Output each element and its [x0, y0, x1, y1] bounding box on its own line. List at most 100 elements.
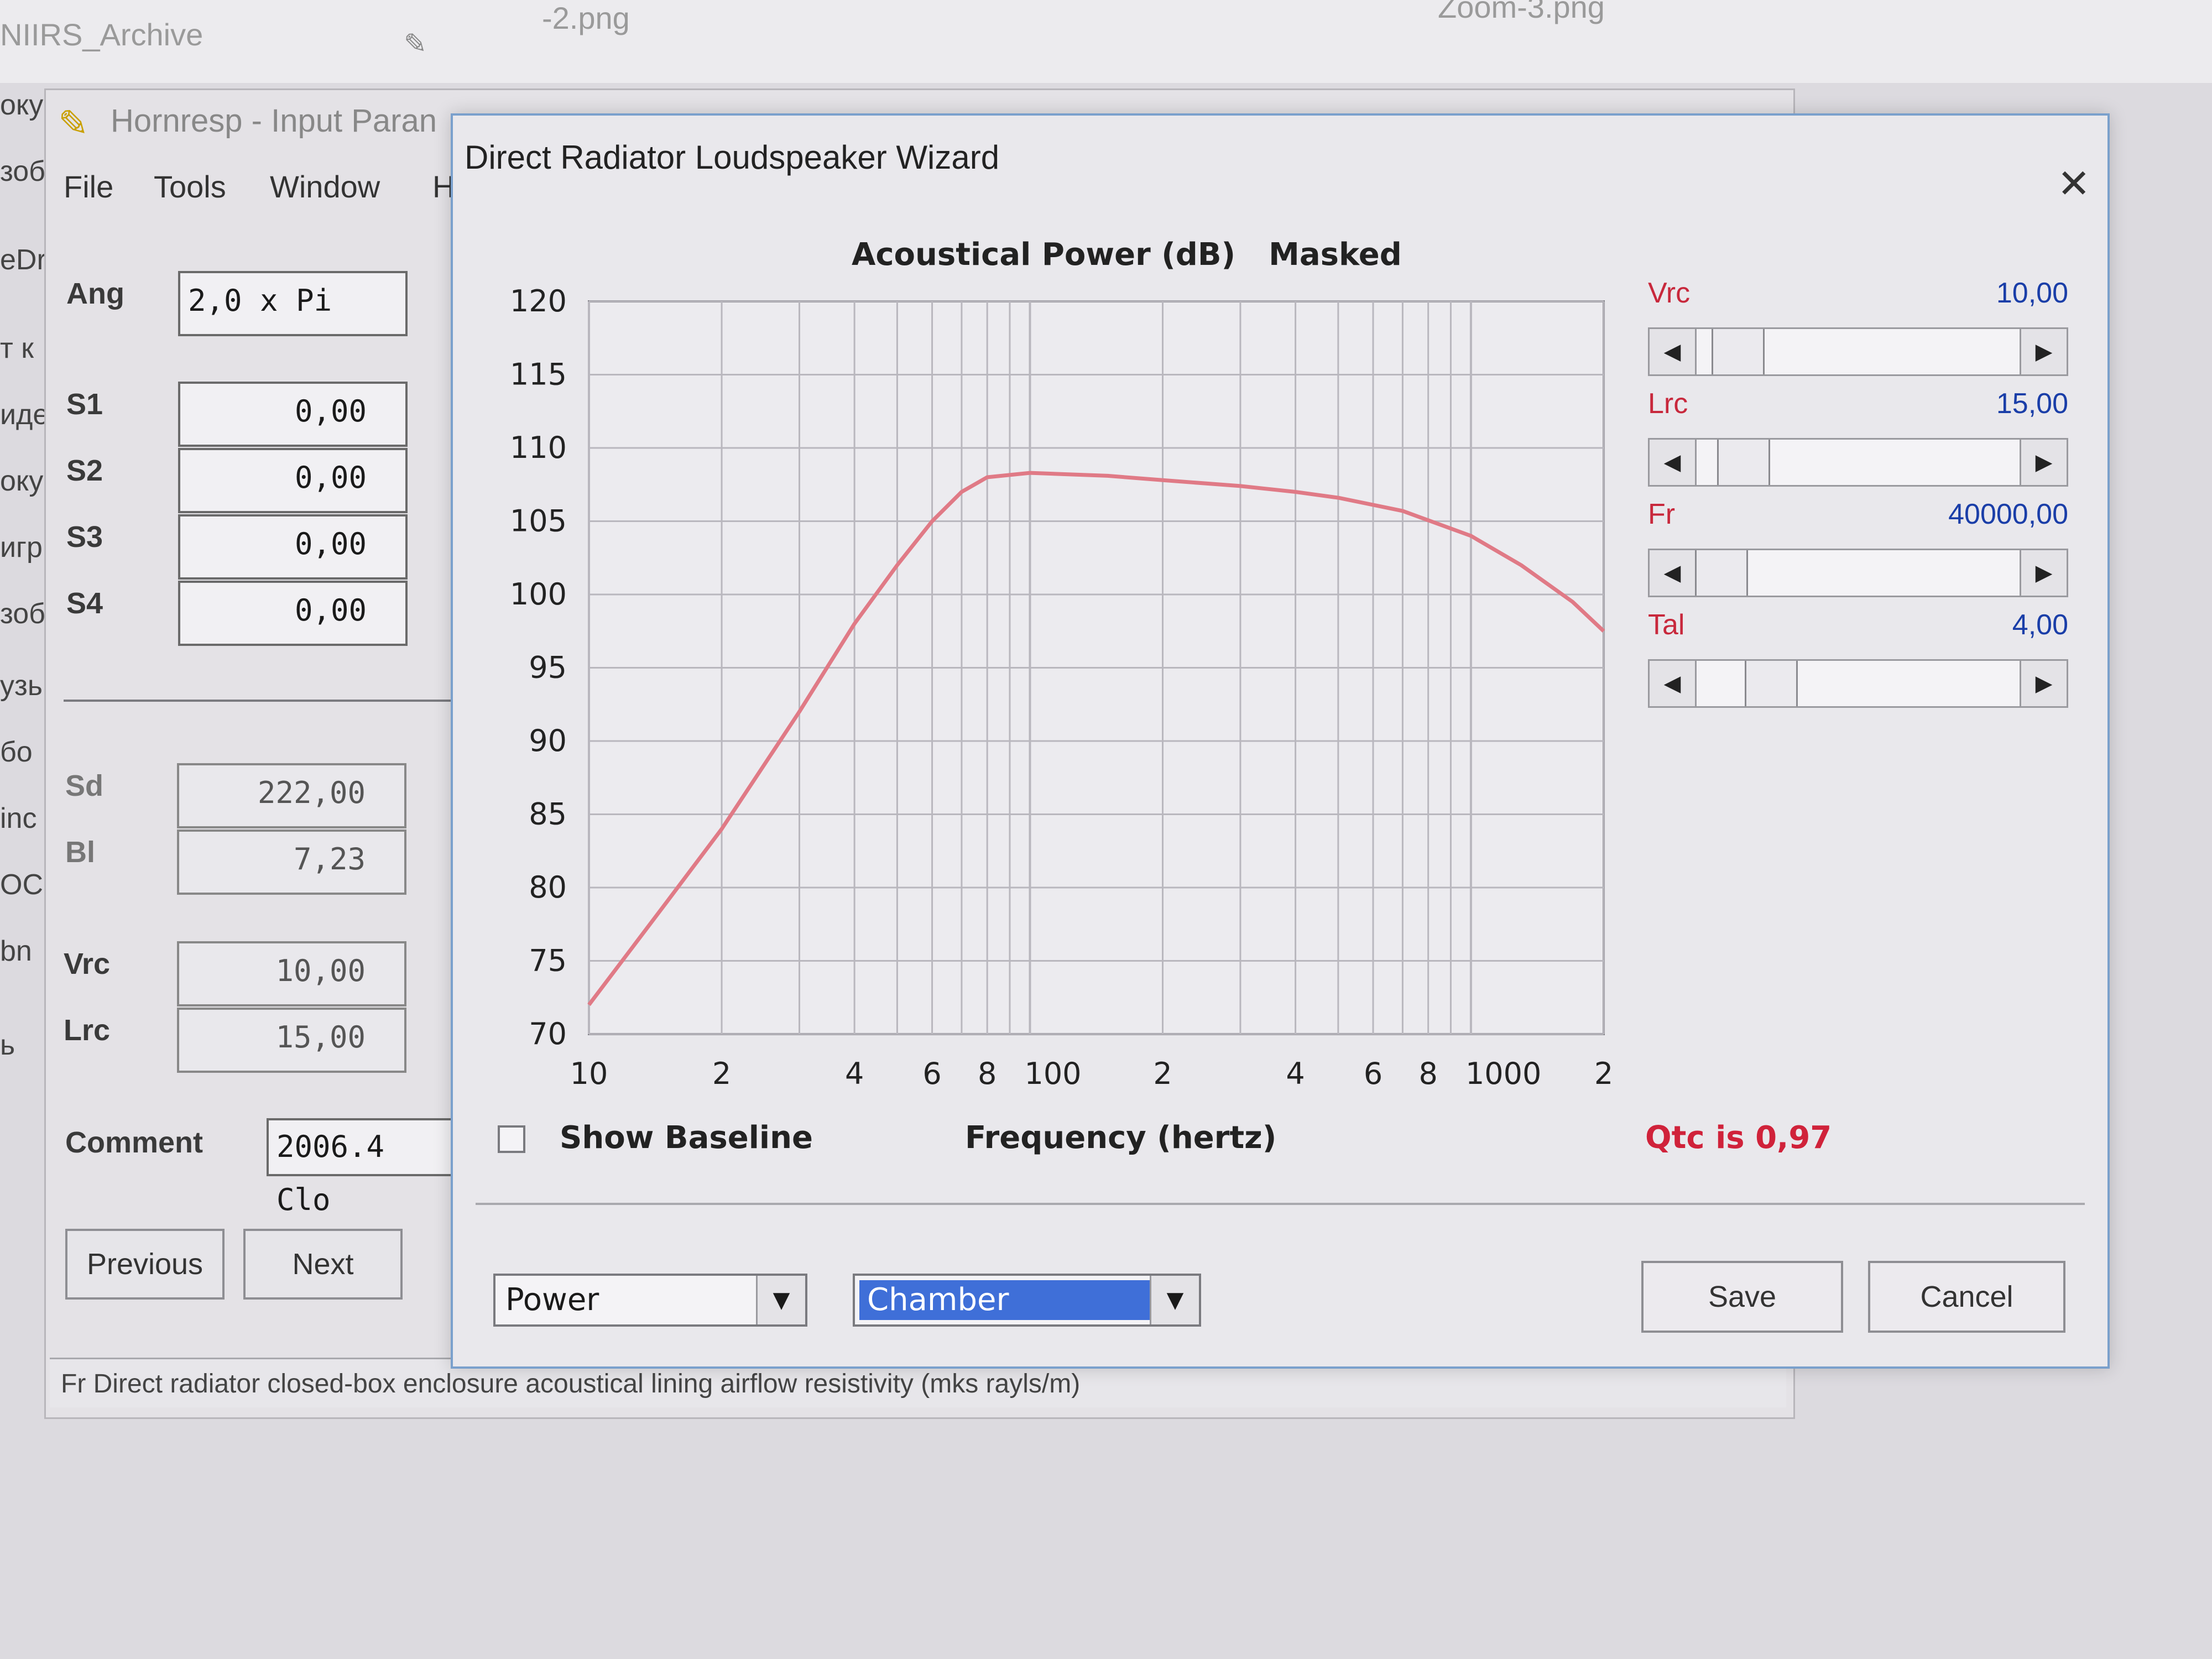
y-tick-label: 120	[510, 284, 567, 319]
field-ang[interactable]: 2,0 x Pi	[178, 271, 408, 336]
slider-value-tal: 4,00	[2012, 609, 2068, 641]
y-tick-label: 105	[510, 504, 567, 539]
x-axis-label: Frequency (hertz)	[965, 1120, 1277, 1156]
edge-fragment: ОС	[0, 869, 43, 901]
chevron-right-icon[interactable]: ▶	[2020, 661, 2067, 706]
chamber-select-value: Chamber	[859, 1280, 1151, 1320]
y-tick-label: 85	[529, 797, 567, 832]
field-vrc: 10,00	[177, 941, 406, 1006]
edge-fragment: игр	[0, 531, 43, 564]
edge-fragment: оку	[0, 89, 44, 121]
y-tick-label: 75	[529, 943, 567, 978]
y-tick-label: 110	[510, 430, 567, 465]
chamber-select[interactable]: Chamber ▼	[853, 1274, 1201, 1327]
edge-fragment: eDr	[0, 244, 46, 276]
chevron-right-icon[interactable]: ▶	[2020, 329, 2067, 374]
wizard-divider	[476, 1203, 2085, 1205]
slider-thumb[interactable]	[1745, 661, 1798, 706]
field-sd: 222,00	[177, 763, 406, 828]
edge-fragment: ь	[0, 1029, 15, 1061]
cancel-button[interactable]: Cancel	[1868, 1261, 2065, 1333]
slider-label-fr: Fr	[1648, 498, 1676, 530]
field-s2[interactable]: 0,00	[178, 448, 408, 513]
label-s1: S1	[66, 388, 103, 421]
edge-fragment: бо	[0, 736, 33, 768]
x-tick-label: 8	[978, 1056, 997, 1091]
label-lrc: Lrc	[64, 1014, 111, 1047]
wizard-title: Direct Radiator Loudspeaker Wizard	[465, 139, 1000, 176]
x-tick-label: 2	[712, 1056, 731, 1091]
slider-label-lrc: Lrc	[1648, 388, 1688, 420]
y-tick-label: 70	[529, 1016, 567, 1051]
chevron-left-icon[interactable]: ◀	[1650, 550, 1697, 596]
x-tick-label: 10	[570, 1056, 608, 1091]
y-tick-label: 100	[510, 577, 567, 612]
mode-select[interactable]: Power ▼	[493, 1274, 807, 1327]
edge-fragment: оку	[0, 465, 44, 497]
menu-file[interactable]: File	[64, 169, 113, 205]
label-vrc: Vrc	[64, 947, 111, 980]
field-comment[interactable]: 2006.4 Clo	[267, 1118, 455, 1217]
hornresp-divider	[64, 700, 451, 702]
label-ang: Ang	[66, 277, 124, 310]
mode-select-value: Power	[505, 1282, 599, 1318]
show-baseline-checkbox[interactable]	[498, 1125, 525, 1153]
edge-fragment: bn	[0, 935, 32, 967]
field-s1[interactable]: 0,00	[178, 382, 408, 447]
edge-fragment: иде	[0, 399, 49, 431]
hornresp-window-title: Hornresp - Input Paran	[111, 103, 437, 139]
x-tick-label: 6	[922, 1056, 941, 1091]
chart-heading-mask: Masked	[1269, 237, 1402, 273]
qtc-readout: Qtc is 0,97	[1645, 1120, 1832, 1156]
menu-tools[interactable]: Tools	[154, 169, 226, 205]
x-tick-label: 6	[1364, 1056, 1383, 1091]
chevron-left-icon[interactable]: ◀	[1650, 440, 1697, 485]
close-icon[interactable]: ✕	[2057, 160, 2090, 207]
y-tick-label: 90	[529, 723, 567, 758]
chevron-left-icon[interactable]: ◀	[1650, 661, 1697, 706]
slider-thumb[interactable]	[1717, 440, 1770, 485]
slider-label-vrc: Vrc	[1648, 277, 1691, 309]
desktop-item-zoom[interactable]: Zoom-3.png	[1438, 0, 1605, 25]
slider-value-fr: 40000,00	[1948, 498, 2068, 530]
edge-fragment: т к	[0, 332, 34, 364]
desktop-item-png[interactable]: -2.png	[542, 0, 630, 36]
desktop-item-archive[interactable]: NIIRS_Archive	[0, 17, 203, 53]
edge-fragment: узь	[0, 670, 43, 702]
slider-label-tal: Tal	[1648, 609, 1685, 641]
chevron-left-icon[interactable]: ◀	[1650, 329, 1697, 374]
slider-thumb[interactable]	[1695, 550, 1748, 596]
chevron-down-icon[interactable]: ▼	[1150, 1276, 1199, 1324]
chart-heading-quantity: Acoustical Power (dB)	[852, 237, 1236, 273]
y-tick-label: 95	[529, 650, 567, 685]
slider-thumb[interactable]	[1712, 329, 1765, 374]
edge-fragment: inc	[0, 802, 37, 834]
previous-button[interactable]: Previous	[65, 1229, 225, 1300]
x-tick-label: 4	[845, 1056, 864, 1091]
label-bl: Bl	[65, 836, 95, 869]
next-button[interactable]: Next	[243, 1229, 403, 1300]
chevron-right-icon[interactable]: ▶	[2020, 550, 2067, 596]
field-bl: 7,23	[177, 830, 406, 895]
menu-window[interactable]: Window	[270, 169, 380, 205]
field-lrc: 15,00	[177, 1008, 406, 1073]
acoustical-power-chart: 12011511010510095908580757010 2 4 6 8 100 2 4 6 8…	[510, 284, 1613, 1091]
label-s3: S3	[66, 520, 103, 554]
field-s4[interactable]: 0,00	[178, 581, 408, 646]
slider-value-vrc: 10,00	[1996, 277, 2068, 309]
label-sd: Sd	[65, 769, 104, 802]
slider-value-lrc: 15,00	[1996, 388, 2068, 420]
label-s4: S4	[66, 587, 103, 620]
save-button[interactable]: Save	[1641, 1261, 1843, 1333]
x-tick-label: 2	[1153, 1056, 1172, 1091]
field-s3[interactable]: 0,00	[178, 514, 408, 580]
chevron-down-icon[interactable]: ▼	[756, 1276, 805, 1324]
label-comment: Comment	[65, 1126, 204, 1159]
chevron-right-icon[interactable]: ▶	[2020, 440, 2067, 485]
y-tick-label: 115	[510, 357, 567, 392]
slider-vrc[interactable]: ◀ ▶	[1648, 327, 2068, 376]
slider-tal[interactable]: ◀ ▶	[1648, 659, 2068, 708]
slider-fr[interactable]: ◀ ▶	[1648, 549, 2068, 597]
slider-lrc[interactable]: ◀ ▶	[1648, 438, 2068, 487]
edge-fragment: зоб	[0, 155, 45, 187]
